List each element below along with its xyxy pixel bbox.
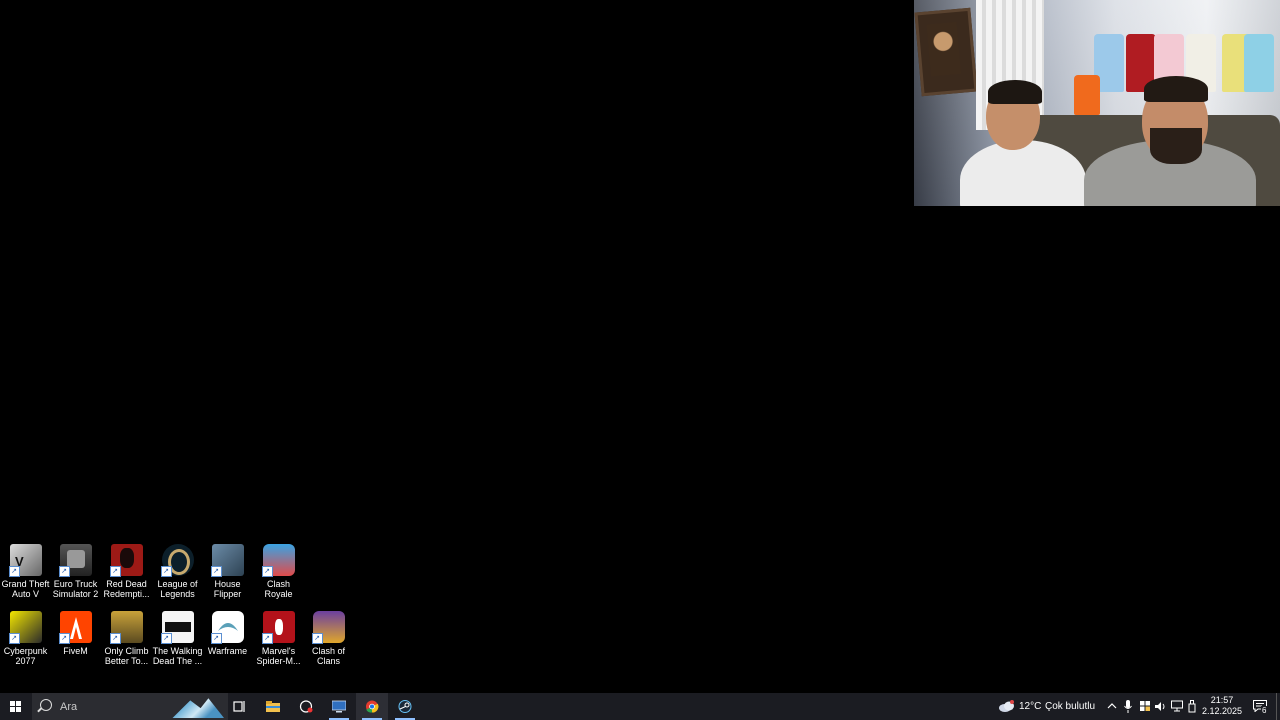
weather-widget[interactable] [996, 693, 1018, 720]
desktop-icon-euro-truck[interactable]: ↗ Euro Truck Simulator 2 [50, 544, 101, 599]
volume-tray[interactable] [1154, 693, 1168, 720]
desktop-icon-label: Grand Theft Auto V [1, 579, 50, 599]
app-tray-item[interactable] [1138, 693, 1152, 720]
desktop-icon-gta-v[interactable]: V ↗ Grand Theft Auto V [0, 544, 51, 599]
desktop-icon-fivem[interactable]: ↗ FiveM [50, 611, 101, 656]
desktop-icon-label: Red Dead Redempti... [103, 579, 150, 599]
desktop-icon-clash-of-clans[interactable]: ↗ Clash of Clans [303, 611, 354, 666]
cyberpunk-icon: ↗ [8, 611, 42, 644]
desktop-icon-league-of-legends[interactable]: ↗ League of Legends [152, 544, 203, 599]
steam-button[interactable] [389, 693, 421, 720]
clock-time: 21:57 [1210, 695, 1234, 705]
desktop-icon-label: Marvel's Spider-M... [256, 646, 301, 666]
speaker-icon [1155, 702, 1165, 711]
remote-desktop-button[interactable] [323, 693, 355, 720]
euro-truck-icon: ↗ [58, 544, 92, 577]
desktop-icon-label: Euro Truck Simulator 2 [52, 579, 99, 599]
webcam-overlay [914, 0, 1280, 206]
chrome-icon [365, 700, 379, 713]
house-flipper-icon: ↗ [210, 544, 244, 577]
remote-desktop-icon [332, 700, 346, 713]
microphone-tray[interactable] [1122, 693, 1134, 720]
usb-tray[interactable] [1186, 693, 1198, 720]
chrome-button[interactable] [356, 693, 388, 720]
show-hidden-icons-button[interactable] [1105, 693, 1119, 720]
file-explorer-icon [266, 701, 280, 712]
league-of-legends-icon: ↗ [160, 544, 194, 577]
desktop-icon-label: Only Climb Better To... [104, 646, 149, 666]
cloudy-weather-icon [999, 700, 1014, 712]
show-desktop-button[interactable] [1276, 693, 1280, 720]
desktop-icon-red-dead[interactable]: ↗ Red Dead Redempti... [101, 544, 152, 599]
usb-device-icon [1188, 700, 1196, 713]
desktop-icon-label: The Walking Dead The ... [152, 646, 203, 666]
desktop-icon-label: Clash of Clans [311, 646, 346, 666]
gta-v-icon: V ↗ [8, 544, 42, 577]
start-button[interactable] [0, 693, 32, 720]
weather-temperature: 12°C [1019, 701, 1042, 712]
weather-condition: Çok bulutlu [1045, 701, 1096, 712]
task-view-button[interactable] [224, 693, 256, 720]
windows-logo-icon [10, 701, 21, 712]
taskbar: 12°C Çok bulutlu [0, 693, 1280, 720]
screen-recorder-button[interactable] [290, 693, 322, 720]
wall-portrait [914, 7, 978, 97]
warframe-icon: ↗ [210, 611, 244, 644]
notification-count-badge: 6 [1261, 706, 1268, 715]
network-tray[interactable] [1170, 693, 1184, 720]
notification-center-button[interactable]: 6 [1250, 693, 1272, 720]
spider-man-icon: ↗ [261, 611, 295, 644]
security-shield-icon [1140, 701, 1150, 711]
clock-date: 2.12.2025 [1201, 706, 1243, 716]
desktop-icon-house-flipper[interactable]: ↗ House Flipper [202, 544, 253, 599]
search-box[interactable] [32, 693, 228, 720]
task-view-icon [233, 701, 245, 712]
desktop-icon-label: Clash Royale [264, 579, 293, 599]
screen-recorder-icon [299, 700, 313, 713]
clash-of-clans-icon: ↗ [311, 611, 345, 644]
desktop-icon-label: House Flipper [213, 579, 242, 599]
desktop-icon-only-climb[interactable]: ↗ Only Climb Better To... [101, 611, 152, 666]
red-dead-icon: ↗ [109, 544, 143, 577]
chevron-up-icon [1107, 703, 1117, 709]
system-clock[interactable]: 21:57 2.12.2025 [1200, 695, 1244, 717]
walking-dead-icon: ↗ [160, 611, 194, 644]
desktop-icon-clash-royale[interactable]: ↗ Clash Royale [253, 544, 304, 599]
search-input[interactable] [58, 698, 192, 716]
desktop-icon-walking-dead[interactable]: ↗ The Walking Dead The ... [152, 611, 203, 666]
desktop-icon-cyberpunk[interactable]: ↗ Cyberpunk 2077 [0, 611, 51, 666]
fivem-icon: ↗ [58, 611, 92, 644]
only-climb-icon: ↗ [109, 611, 143, 644]
desktop-icon-label: Cyberpunk 2077 [3, 646, 48, 666]
search-icon [40, 699, 52, 711]
steam-icon [398, 700, 412, 713]
clash-royale-icon: ↗ [261, 544, 295, 577]
desktop-icon-spider-man[interactable]: ↗ Marvel's Spider-M... [253, 611, 304, 666]
network-icon [1171, 700, 1183, 712]
desktop-icon-label: League of Legends [157, 579, 198, 599]
desktop-icon-label: Warframe [207, 646, 248, 656]
file-explorer-button[interactable] [257, 693, 289, 720]
desktop-icon-warframe[interactable]: ↗ Warframe [202, 611, 253, 656]
desktop-icon-label: FiveM [63, 646, 88, 656]
microphone-icon [1124, 700, 1132, 713]
